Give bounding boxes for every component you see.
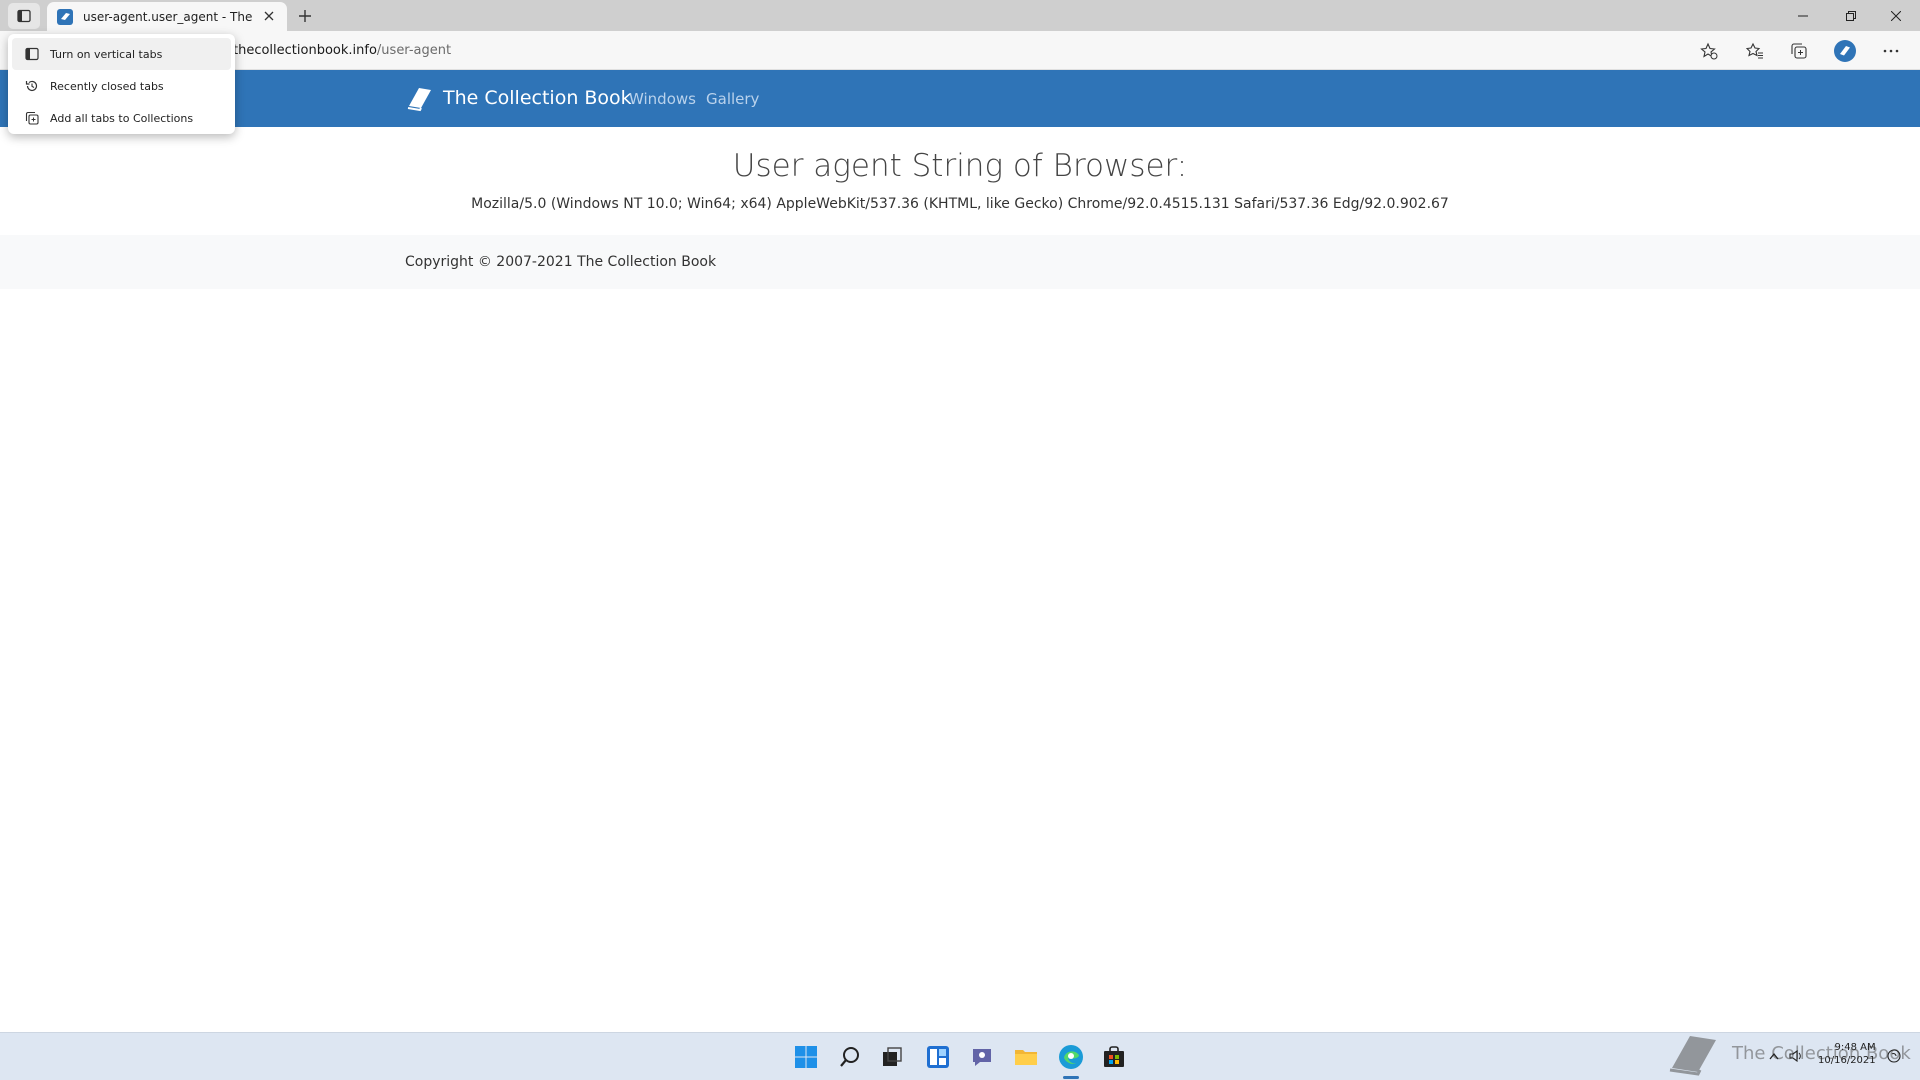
vertical-tabs-icon [24,46,40,62]
collections-button[interactable] [1787,39,1811,63]
more-icon [1883,49,1899,53]
tab-title: user-agent.user_agent - The Collection B… [83,9,255,24]
book-watermark-icon [1669,1036,1716,1076]
notification-icon [1887,1049,1901,1063]
active-tab[interactable]: user-agent.user_agent - The Collection B… [47,2,287,31]
history-icon [24,78,40,94]
site-brand-label: The Collection Book [443,87,632,109]
edge-taskbar-button[interactable] [1057,1043,1085,1071]
taskbar [0,1032,1920,1080]
url-path: /user-agent [376,43,452,58]
chevron-up-icon [1769,1052,1779,1060]
search-icon [840,1047,859,1067]
task-view-icon [883,1047,902,1066]
profile-avatar-icon [1834,40,1856,62]
close-icon [1891,10,1901,21]
file-explorer-button[interactable] [1012,1043,1040,1071]
tray-overflow-button[interactable] [1766,1048,1782,1064]
menu-item-label: Add all tabs to Collections [50,111,194,125]
profile-button[interactable] [1833,39,1857,63]
menu-item-label: Turn on vertical tabs [50,47,163,61]
site-brand-link[interactable]: The Collection Book [405,84,632,112]
windows-start-icon [795,1046,817,1068]
page-title: User agent String of Browser: [732,148,1188,184]
address-bar[interactable]: thecollectionbook.info/user-agent [233,43,451,58]
chat-button[interactable] [968,1043,996,1071]
tab-actions-menu: Turn on vertical tabs Recently closed ta… [8,34,235,134]
browser-titlebar: user-agent.user_agent - The Collection B… [0,0,1920,31]
widgets-icon [927,1046,949,1068]
volume-icon [1789,1050,1801,1062]
site-footer: Copyright © 2007-2021 The Collection Boo… [0,235,1920,289]
menu-item-recently-closed[interactable]: Recently closed tabs [12,70,231,102]
menu-item-vertical-tabs[interactable]: Turn on vertical tabs [12,38,231,70]
tab-actions-icon [17,9,31,23]
clock-date: 10/16/2021 [1818,1055,1876,1066]
add-favorite-button[interactable] [1697,39,1721,63]
favorites-button[interactable] [1743,39,1767,63]
url-host: thecollectionbook.info [233,43,377,58]
star-add-icon [1700,42,1718,60]
notifications-button[interactable] [1886,1048,1902,1064]
minimize-button[interactable] [1780,0,1826,31]
start-button[interactable] [792,1043,820,1071]
new-tab-button[interactable] [295,6,315,26]
menu-item-add-to-collections[interactable]: Add all tabs to Collections [12,102,231,134]
collections-icon [1791,43,1807,59]
book-logo-icon [407,88,431,112]
volume-button[interactable] [1788,1048,1804,1064]
menu-item-label: Recently closed tabs [50,79,164,93]
widgets-button[interactable] [924,1043,952,1071]
nav-windows-link[interactable]: Windows [629,90,696,108]
browser-toolbar: thecollectionbook.info/user-agent [0,31,1920,70]
settings-more-button[interactable] [1879,39,1903,63]
taskbar-clock[interactable]: 9:48 AM 10/16/2021 [1818,1041,1876,1067]
site-favicon-icon [57,8,73,25]
user-agent-string: Mozilla/5.0 (Windows NT 10.0; Win64; x64… [471,196,1449,212]
tab-actions-button[interactable] [8,3,40,29]
plus-icon [299,10,311,22]
restore-button[interactable] [1828,0,1874,31]
store-icon [1104,1046,1124,1067]
task-view-button[interactable] [878,1043,906,1071]
minimize-icon [1798,15,1808,16]
collections-icon [24,110,40,126]
chat-icon [973,1049,991,1066]
site-navbar: The Collection Book Windows Gallery [0,70,1920,127]
favorites-icon [1746,42,1763,59]
active-app-indicator [1063,1076,1079,1079]
nav-gallery-link[interactable]: Gallery [706,90,759,108]
screen: user-agent.user_agent - The Collection B… [0,0,1920,1080]
clock-time: 9:48 AM [1834,1042,1876,1053]
store-button[interactable] [1100,1043,1128,1071]
search-button[interactable] [836,1043,864,1071]
footer-copyright: Copyright © 2007-2021 The Collection Boo… [405,254,717,270]
edge-icon [1059,1045,1083,1069]
close-window-button[interactable] [1873,0,1919,31]
folder-icon [1015,1050,1037,1065]
tab-close-icon[interactable] [261,8,277,24]
restore-icon [1846,10,1856,21]
